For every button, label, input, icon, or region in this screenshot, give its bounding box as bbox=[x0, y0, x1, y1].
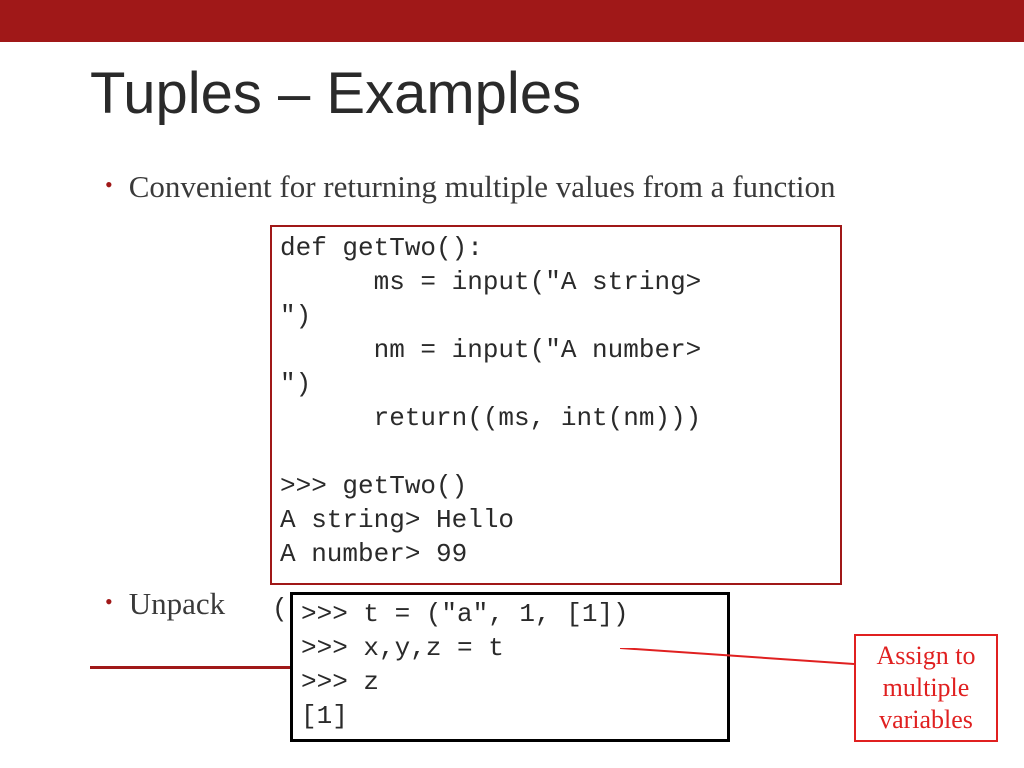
bullet-text-2: Unpack bbox=[129, 582, 225, 626]
slide-title: Tuples – Examples bbox=[90, 60, 581, 127]
code-block-unpack: >>> t = ("a", 1, [1]) >>> x,y,z = t >>> … bbox=[290, 592, 730, 742]
bullet-dot-icon: • bbox=[105, 165, 113, 205]
bullet-text-1: Convenient for returning multiple values… bbox=[129, 165, 836, 209]
callout-line-3: variables bbox=[858, 704, 994, 736]
code-block-function: def getTwo(): ms = input("A string> ") n… bbox=[270, 225, 842, 585]
callout-line-2: multiple bbox=[858, 672, 994, 704]
bullet-dot-icon: • bbox=[105, 582, 113, 622]
header-bar bbox=[0, 0, 1024, 42]
callout-line-1: Assign to bbox=[858, 640, 994, 672]
paren-fragment: ( bbox=[272, 594, 288, 624]
bullet-item-2: • Unpack bbox=[105, 582, 225, 626]
callout-box: Assign to multiple variables bbox=[854, 634, 998, 742]
bullet-item-1: • Convenient for returning multiple valu… bbox=[105, 165, 945, 209]
